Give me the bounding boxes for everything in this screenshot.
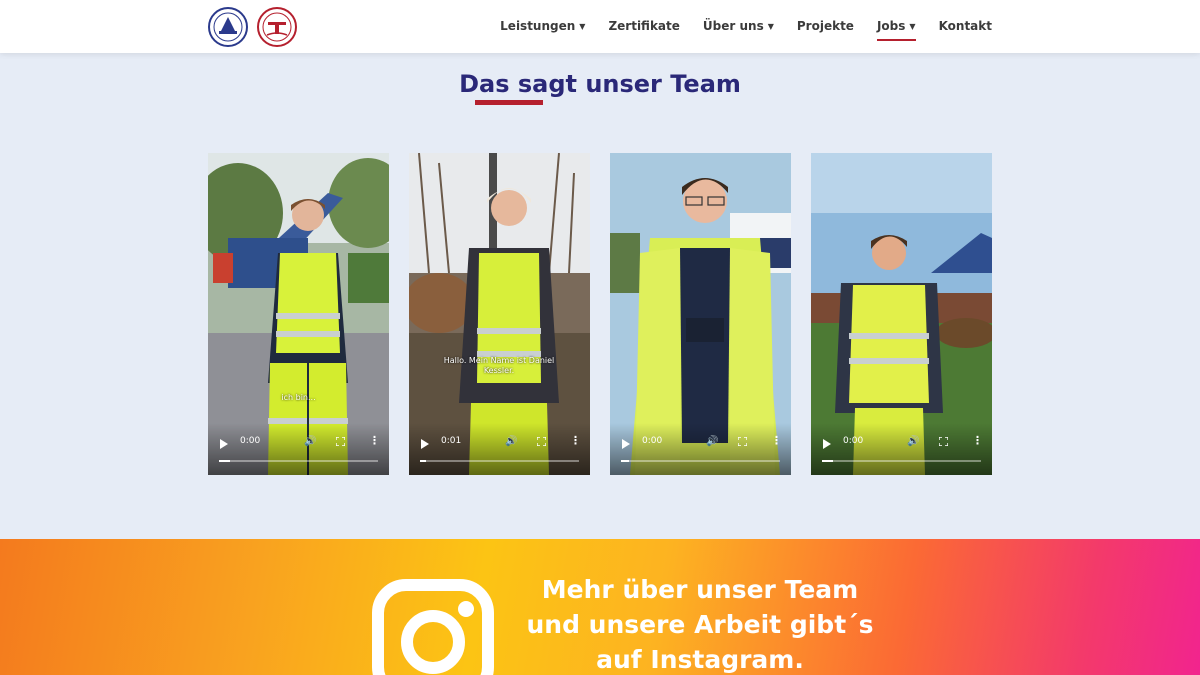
fullscreen-icon[interactable] — [336, 437, 345, 446]
instagram-cta-line: auf Instagram. — [596, 645, 804, 674]
video-progress-fill — [621, 460, 629, 462]
instagram-cta-text[interactable]: Mehr über unser Team und unsere Arbeit g… — [500, 572, 900, 675]
video-subtitle: ich bin... — [281, 393, 316, 402]
more-options-icon[interactable]: ⋮ — [570, 435, 581, 446]
video-time: 0:00 — [642, 436, 663, 446]
nav-item-kontakt[interactable]: Kontakt — [939, 19, 992, 35]
nav-label: Jobs — [876, 18, 906, 33]
video-time: 0:00 — [843, 436, 864, 446]
instagram-cta-line: und unsere Arbeit gibt´s — [526, 610, 874, 639]
nav-item-leistungen[interactable]: Leistungen ▼ — [500, 19, 585, 35]
more-options-icon[interactable]: ⋮ — [771, 435, 782, 446]
volume-icon[interactable]: 🔊 — [304, 436, 316, 447]
volume-icon[interactable]: 🔊 — [505, 436, 517, 447]
caret-down-icon: ▼ — [579, 21, 586, 31]
nav-label: Über uns — [702, 18, 764, 33]
fullscreen-icon[interactable] — [537, 437, 546, 446]
video-controls: 0:00 🔊 ⋮ — [208, 423, 389, 475]
video-progress-fill — [822, 460, 834, 462]
video-time: 0:00 — [240, 436, 261, 446]
team-video-3[interactable]: 0:00 🔊 ⋮ — [610, 153, 791, 475]
more-options-icon[interactable]: ⋮ — [972, 435, 983, 446]
nav-item-ueber-uns[interactable]: Über uns ▼ — [703, 19, 774, 35]
title-underline — [475, 100, 543, 105]
video-progress-bar[interactable] — [420, 460, 579, 462]
caret-down-icon: ▼ — [767, 21, 774, 31]
nav-label: Projekte — [796, 18, 854, 33]
video-progress-bar[interactable] — [621, 460, 780, 462]
nav-label: Leistungen — [500, 18, 576, 33]
instagram-cta-line: Mehr über unser Team — [541, 575, 859, 604]
caret-down-icon: ▼ — [909, 21, 916, 31]
video-progress-fill — [420, 460, 427, 462]
team-video-1[interactable]: ich bin... 0:00 🔊 ⋮ — [208, 153, 389, 475]
video-subtitle: Hallo. Mein Name ist Daniel Kessler. — [443, 356, 555, 375]
video-progress-bar[interactable] — [822, 460, 981, 462]
nav-label: Kontakt — [938, 18, 992, 33]
team-video-2[interactable]: Hallo. Mein Name ist Daniel Kessler. 0:0… — [409, 153, 590, 475]
section-title: Das sagt unser Team — [459, 70, 741, 98]
video-progress-fill — [219, 460, 231, 462]
fullscreen-icon[interactable] — [738, 437, 747, 446]
video-controls: 0:00 🔊 ⋮ — [811, 423, 992, 475]
fullscreen-icon[interactable] — [939, 437, 948, 446]
volume-icon[interactable]: 🔊 — [706, 436, 718, 447]
company-logo-blue[interactable] — [208, 7, 248, 47]
nav-item-projekte[interactable]: Projekte — [797, 19, 854, 35]
video-time: 0:01 — [441, 436, 462, 446]
nav-item-zertifikate[interactable]: Zertifikate — [608, 19, 679, 35]
play-icon[interactable] — [220, 439, 228, 449]
video-controls: 0:00 🔊 ⋮ — [610, 423, 791, 475]
company-logo-red[interactable] — [257, 7, 297, 47]
team-video-4[interactable]: 0:00 🔊 ⋮ — [811, 153, 992, 475]
video-controls: 0:01 🔊 ⋮ — [409, 423, 590, 475]
play-icon[interactable] — [823, 439, 831, 449]
instagram-icon[interactable] — [372, 579, 494, 675]
volume-icon[interactable]: 🔊 — [907, 436, 919, 447]
more-options-icon[interactable]: ⋮ — [369, 435, 380, 446]
video-progress-bar[interactable] — [219, 460, 378, 462]
play-icon[interactable] — [421, 439, 429, 449]
nav-item-jobs[interactable]: Jobs ▼ — [876, 18, 916, 41]
site-header: Leistungen ▼ Zertifikate Über uns ▼ Projek… — [0, 0, 1200, 53]
nav-label: Zertifikate — [608, 18, 680, 33]
instagram-banner: Mehr über unser Team und unsere Arbeit g… — [0, 539, 1200, 675]
main-navigation: Leistungen ▼ Zertifikate Über uns ▼ Projek… — [500, 0, 992, 53]
play-icon[interactable] — [622, 439, 630, 449]
